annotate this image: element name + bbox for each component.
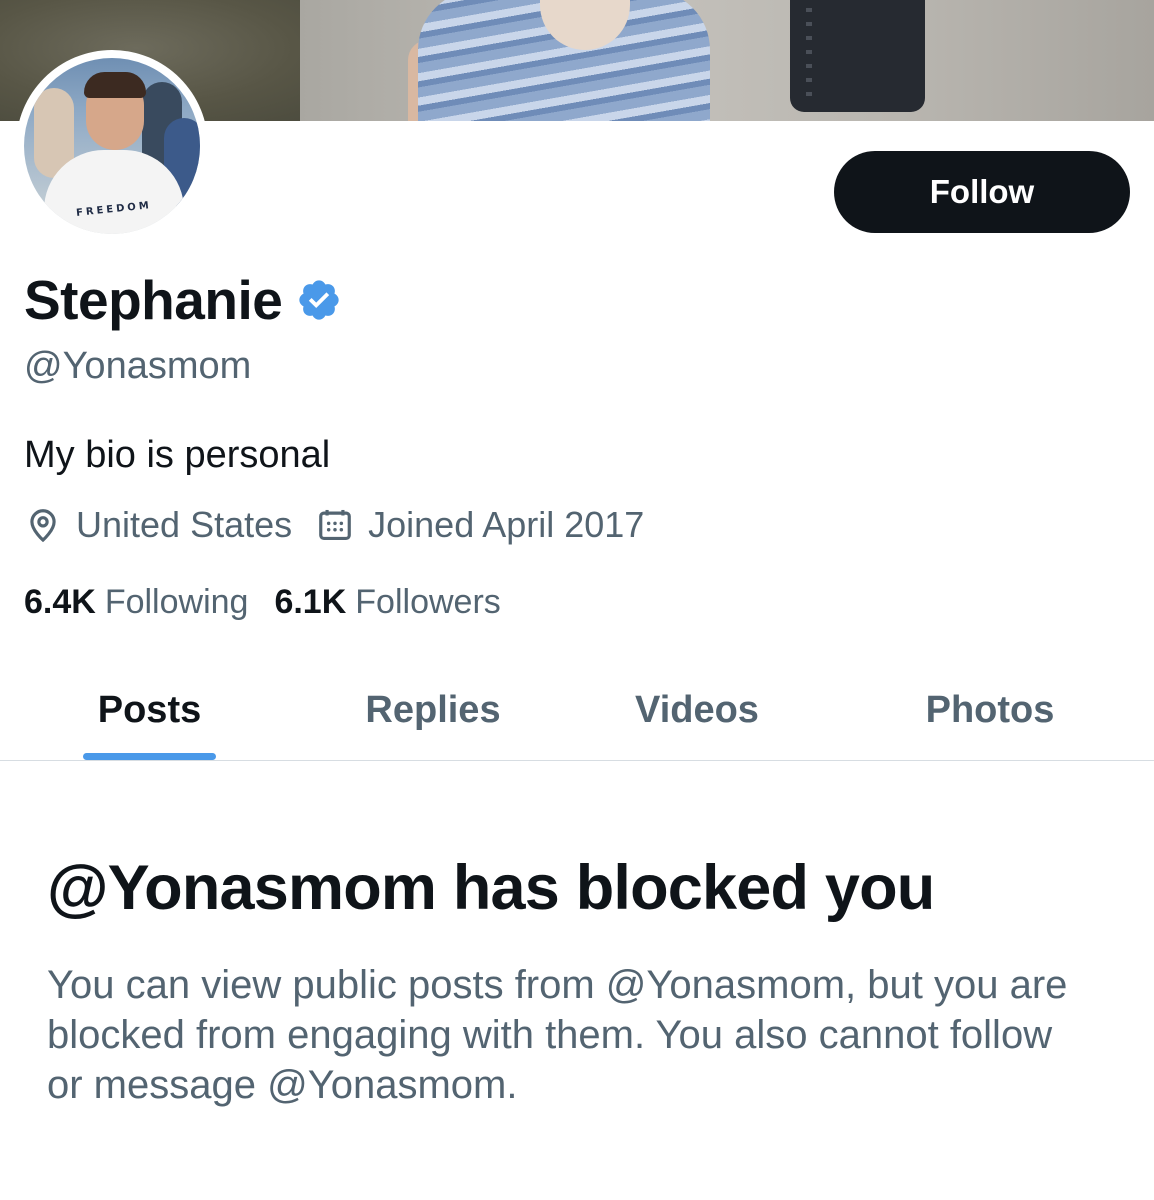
blocked-title: @Yonasmom has blocked you [47, 853, 935, 923]
active-tab-indicator [83, 753, 216, 760]
bio: My bio is personal [24, 434, 331, 476]
avatar-image: FREEDOM [24, 58, 200, 234]
profile-meta: United States Joined April 2017 [24, 504, 644, 546]
tab-photos[interactable]: Photos [900, 660, 1080, 760]
following-label: Following [104, 583, 249, 621]
location-pin-icon [30, 509, 56, 543]
display-name: Stephanie [24, 269, 283, 331]
join-date: Joined April 2017 [316, 504, 644, 546]
followers-link[interactable]: 6.1K Followers [274, 583, 500, 622]
handle: @Yonasmom [24, 345, 252, 387]
tab-posts[interactable]: Posts [60, 660, 239, 760]
follow-button[interactable]: Follow [834, 151, 1130, 233]
name-row: Stephanie [24, 268, 342, 332]
follow-stats: 6.4K Following 6.1K Followers [24, 583, 501, 622]
calendar-icon [319, 509, 351, 541]
following-count: 6.4K [24, 583, 96, 621]
following-link[interactable]: 6.4K Following [24, 583, 248, 622]
avatar-hair [84, 72, 146, 98]
avatar[interactable]: FREEDOM [16, 50, 208, 242]
profile-tabs: Posts Replies Videos Photos [0, 660, 1154, 761]
verified-badge-icon[interactable] [296, 277, 342, 323]
blocked-message: You can view public posts from @Yonasmom… [47, 963, 1068, 1107]
location-text: United States [76, 504, 293, 545]
join-date-text: Joined April 2017 [368, 504, 645, 545]
location: United States [24, 504, 292, 546]
banner-post-studs [806, 8, 812, 104]
followers-label: Followers [355, 583, 501, 621]
tab-replies[interactable]: Replies [340, 660, 526, 760]
tab-videos[interactable]: Videos [610, 660, 784, 760]
followers-count: 6.1K [274, 583, 347, 621]
